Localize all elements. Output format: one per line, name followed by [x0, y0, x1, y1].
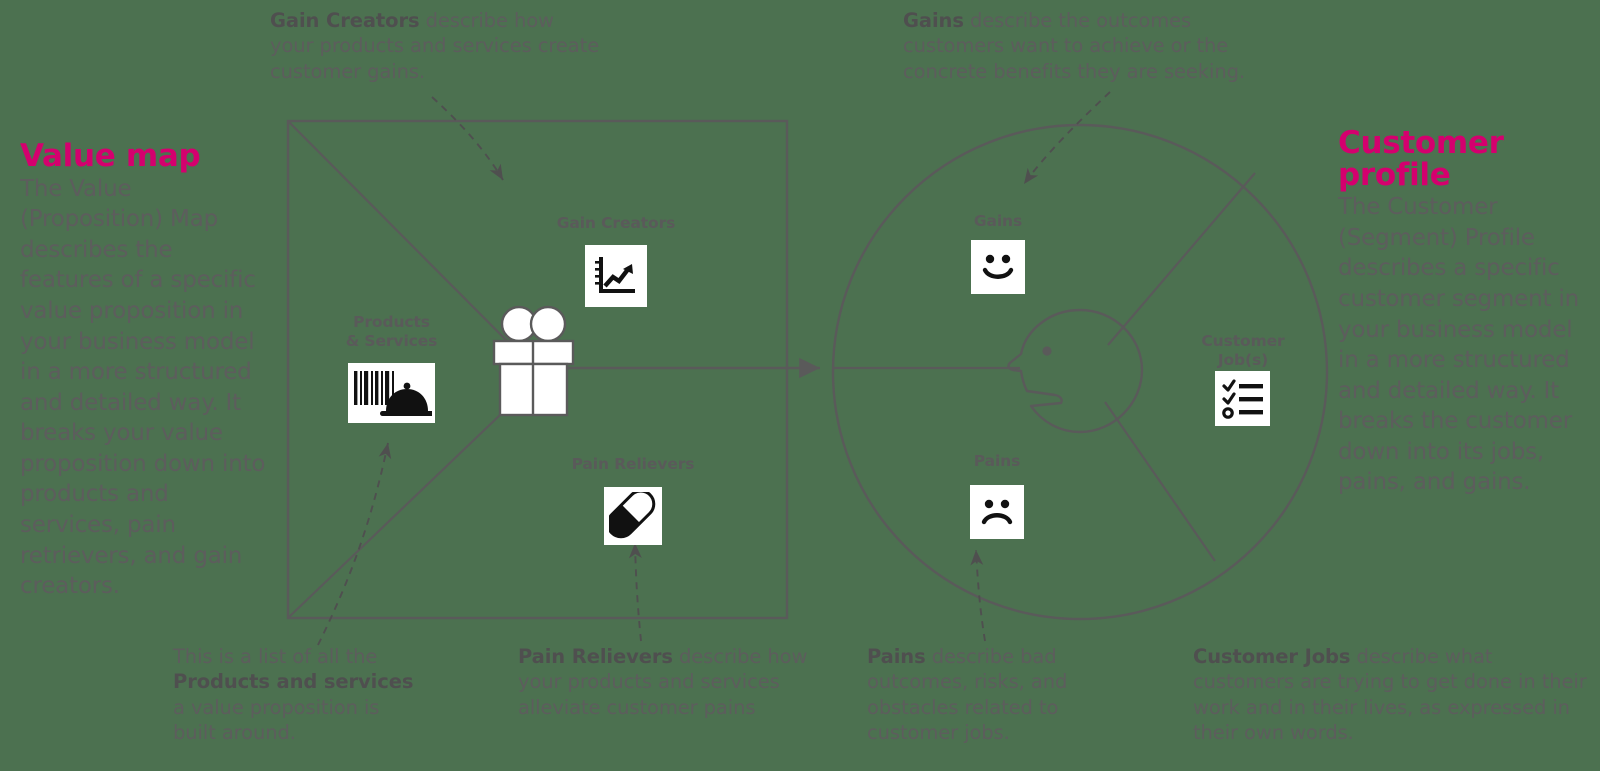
label-pain-relievers: Pain Relievers: [571, 455, 695, 473]
note-gains-term: Gains: [903, 9, 964, 32]
customer-profile-column: Customer profile The Customer (Segment) …: [1338, 125, 1586, 498]
gain-creators-note-arrow: [431, 96, 504, 181]
label-gain-creators: Gain Creators: [556, 214, 676, 232]
pain-relievers-icon-tile: [604, 487, 662, 545]
circle-divider-lower: [1104, 401, 1216, 562]
note-customer-jobs: Customer Jobs describe what customers ar…: [1193, 644, 1593, 745]
growth-chart-icon: [595, 257, 635, 293]
label-gains: Gains: [973, 212, 1023, 230]
sad-face-icon: [981, 499, 1013, 525]
pill-capsule-icon: [609, 492, 656, 539]
value-map-diagonal-bottom-left: [288, 392, 524, 618]
label-customer-jobs: Customer Job(s): [1201, 332, 1285, 369]
note-gains: Gains describe the outcomes customers wa…: [903, 8, 1293, 84]
note-pains: Pains describe bad outcomes, risks, and …: [867, 644, 1147, 745]
value-map-title: Value map: [20, 138, 201, 174]
pains-icon-tile: [970, 485, 1024, 539]
value-map-description: The Value (Proposition) Map describes th…: [20, 175, 266, 600]
customer-head-eye-icon: [1042, 346, 1052, 356]
note-pain-relievers-term: Pain Relievers: [518, 645, 673, 668]
note-customer-jobs-term: Customer Jobs: [1193, 645, 1351, 668]
barcode-cloche-icon: [353, 371, 432, 416]
value-proposition-canvas-diagram: Gain Creators Products & Services Pain R…: [0, 0, 1600, 771]
customer-profile-description: The Customer (Segment) Profile describes…: [1338, 194, 1579, 496]
products-services-icon-tile: [348, 363, 435, 423]
note-gain-creators-term: Gain Creators: [270, 9, 420, 32]
customer-jobs-icon-tile: [1215, 371, 1270, 426]
note-pains-term: Pains: [867, 645, 926, 668]
value-map-column: Value map The Value (Proposition) Map de…: [20, 138, 270, 602]
note-products-services-pre: This is a list of all the: [173, 645, 378, 668]
checklist-icon: [1221, 378, 1263, 419]
smiley-face-icon: [982, 254, 1014, 279]
gift-box-icon: [492, 305, 575, 417]
gain-creators-icon-tile: [585, 245, 647, 307]
pain-relievers-note-arrow: [628, 542, 642, 642]
note-gain-creators: Gain Creators describe how your products…: [270, 8, 600, 84]
circle-divider-upper: [1107, 172, 1256, 346]
products-services-note-arrow: [317, 442, 392, 646]
note-products-services: This is a list of all the Products and s…: [173, 644, 418, 745]
label-pains: Pains: [973, 452, 1021, 470]
note-pain-relievers: Pain Relievers describe how your product…: [518, 644, 808, 720]
note-products-services-term: Products and services: [173, 670, 414, 694]
gains-icon-tile: [971, 240, 1025, 294]
customer-profile-title: Customer profile: [1338, 125, 1504, 193]
note-products-services-text: a value proposition is built around.: [173, 695, 380, 745]
label-products-services: Products & Services: [345, 313, 438, 350]
gains-note-arrow: [1023, 91, 1111, 185]
